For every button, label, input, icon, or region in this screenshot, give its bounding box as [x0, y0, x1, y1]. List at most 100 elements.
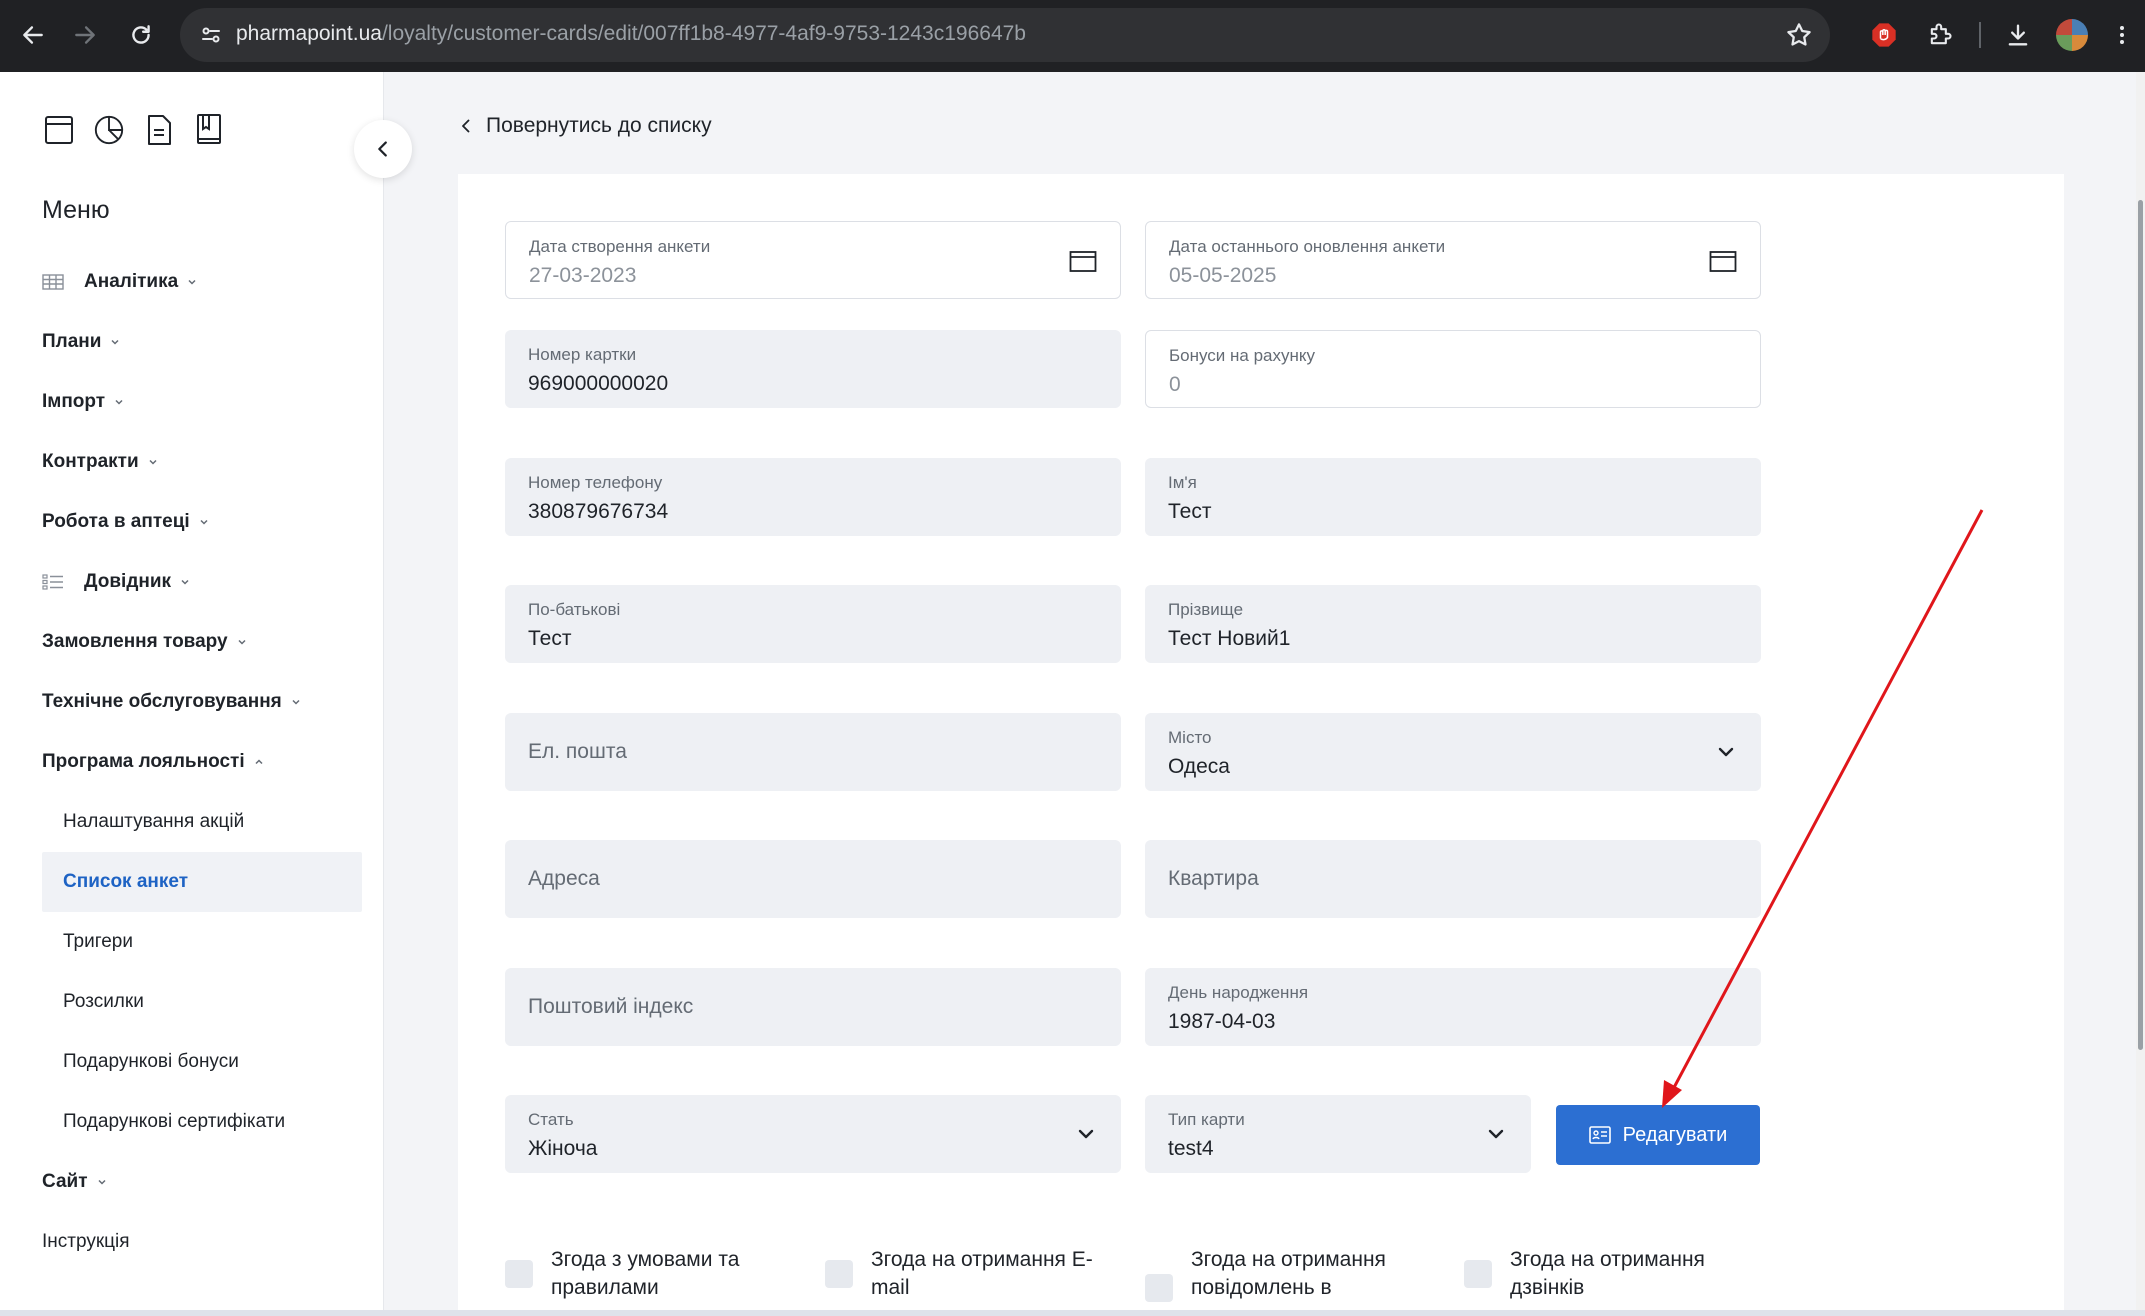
sidebar-item-loyalty[interactable]: Програма лояльності: [0, 732, 384, 792]
bonuses-field[interactable]: Бонуси на рахунку 0: [1145, 330, 1761, 408]
created-date-field[interactable]: Дата створення анкети 27-03-2023: [505, 221, 1121, 299]
postal-code-field[interactable]: Поштовий індекс: [505, 968, 1121, 1046]
phone-field[interactable]: Номер телефону 380879676734: [505, 458, 1121, 536]
sidebar: Меню Аналітика Плани Імпорт Контракти Ро…: [0, 72, 412, 1316]
sidebar-item-label: Контракти: [42, 451, 139, 472]
sidebar-item-label: Замовлення товару: [42, 631, 228, 652]
sidebar-subitem-gift-bonuses[interactable]: Подарункові бонуси: [0, 1032, 384, 1092]
sidebar-item-plans[interactable]: Плани: [0, 312, 384, 372]
list-icon: [42, 573, 64, 591]
field-value: 05-05-2025: [1169, 264, 1277, 287]
edit-button-label: Редагувати: [1622, 1123, 1728, 1146]
consent-email[interactable]: Згода на отримання E-mail: [825, 1246, 1111, 1302]
grid-icon: [42, 273, 64, 291]
calendar-icon[interactable]: [1068, 246, 1098, 276]
sidebar-item-instructions[interactable]: Інструкція: [0, 1212, 384, 1272]
consent-checkbox[interactable]: [505, 1260, 533, 1288]
browser-toolbar: pharmapoint.ua/loyalty/customer-cards/ed…: [0, 0, 2145, 72]
field-placeholder: Квартира: [1168, 867, 1259, 890]
sidebar-item-label: Аналітика: [84, 271, 179, 292]
sidebar-subitem-mailings[interactable]: Розсилки: [0, 972, 384, 1032]
store-icon[interactable]: [42, 112, 76, 148]
sidebar-subitem-gift-certificates[interactable]: Подарункові сертифікати: [0, 1092, 384, 1152]
id-card-icon: [1588, 1126, 1611, 1144]
forward-arrow-icon[interactable]: [66, 16, 104, 54]
field-label: Ім'я: [1168, 473, 1197, 492]
sidebar-item-label: Технічне обслуговування: [42, 691, 282, 712]
birthday-field[interactable]: День народження 1987-04-03: [1145, 968, 1761, 1046]
sidebar-item-label: Сайт: [42, 1171, 88, 1192]
sidebar-subitem-promo-settings[interactable]: Налаштування акцій: [0, 792, 384, 852]
field-value: test4: [1168, 1137, 1214, 1160]
document-icon[interactable]: [142, 112, 176, 148]
field-label: День народження: [1168, 983, 1309, 1002]
url-host: pharmapoint.ua: [236, 22, 382, 45]
url-text: pharmapoint.ua/loyalty/customer-cards/ed…: [236, 22, 1026, 46]
consent-checkbox[interactable]: [825, 1260, 853, 1288]
url-path: /loyalty/customer-cards/edit/007ff1b8-49…: [381, 22, 1026, 45]
consent-label: Згода на отримання E-mail: [871, 1248, 1093, 1299]
extensions-puzzle-icon[interactable]: [1922, 17, 1958, 53]
sidebar-item-directory[interactable]: Довідник: [0, 552, 384, 612]
card-type-select[interactable]: Тип карти test4: [1145, 1095, 1531, 1173]
site-settings-icon[interactable]: [196, 20, 226, 50]
field-placeholder: Адреса: [528, 867, 600, 890]
chevron-down-icon: [236, 636, 248, 648]
field-label: Номер телефону: [528, 473, 663, 492]
edit-button[interactable]: Редагувати: [1556, 1105, 1760, 1165]
more-menu-icon[interactable]: [2110, 17, 2134, 53]
sidebar-item-orders[interactable]: Замовлення товару: [0, 612, 384, 672]
sidebar-collapse-button[interactable]: [354, 120, 412, 178]
gender-select[interactable]: Стать Жіноча: [505, 1095, 1121, 1173]
field-value: 1987-04-03: [1168, 1010, 1276, 1033]
chevron-down-icon: [109, 336, 121, 348]
sidebar-item-analytics[interactable]: Аналітика: [0, 252, 384, 312]
sidebar-top-icons: [42, 112, 226, 148]
sidebar-subitem-triggers[interactable]: Тригери: [0, 912, 384, 972]
field-value: 380879676734: [528, 500, 669, 523]
profile-avatar[interactable]: [2056, 19, 2088, 51]
chevron-down-icon: [113, 396, 125, 408]
sidebar-item-pharmacy-work[interactable]: Робота в аптеці: [0, 492, 384, 552]
sidebar-item-site[interactable]: Сайт: [0, 1152, 384, 1212]
chevron-up-icon: [253, 756, 265, 768]
apartment-field[interactable]: Квартира: [1145, 840, 1761, 918]
pie-chart-icon[interactable]: [92, 112, 126, 148]
consent-checkbox[interactable]: [1145, 1274, 1173, 1302]
bookmark-star-icon[interactable]: [1784, 20, 1814, 50]
city-select[interactable]: Місто Одеса: [1145, 713, 1761, 791]
sidebar-item-maintenance[interactable]: Технічне обслуговування: [0, 672, 384, 732]
sidebar-item-contracts[interactable]: Контракти: [0, 432, 384, 492]
adblock-extension-icon[interactable]: [1866, 17, 1902, 53]
first-name-field[interactable]: Ім'я Тест: [1145, 458, 1761, 536]
consent-messages[interactable]: Згода на отримання повідомлень в: [1145, 1246, 1431, 1302]
last-name-field[interactable]: Прізвище Тест Новий1: [1145, 585, 1761, 663]
chevron-down-icon: [1715, 741, 1737, 763]
updated-date-field[interactable]: Дата останнього оновлення анкети 05-05-2…: [1145, 221, 1761, 299]
back-arrow-icon[interactable]: [14, 16, 52, 54]
patronymic-field[interactable]: По-батькові Тест: [505, 585, 1121, 663]
book-icon[interactable]: [192, 112, 226, 148]
address-field[interactable]: Адреса: [505, 840, 1121, 918]
address-bar[interactable]: pharmapoint.ua/loyalty/customer-cards/ed…: [180, 8, 1830, 62]
calendar-icon[interactable]: [1708, 246, 1738, 276]
field-value: 0: [1169, 373, 1181, 396]
sidebar-subitem-questionnaires[interactable]: Список анкет: [42, 852, 362, 912]
email-field[interactable]: Ел. пошта: [505, 713, 1121, 791]
consent-calls[interactable]: Згода на отримання дзвінків: [1464, 1246, 1750, 1302]
scrollbar-thumb[interactable]: [2138, 200, 2143, 1050]
reload-icon[interactable]: [122, 16, 160, 54]
card-number-field[interactable]: Номер картки 969000000020: [505, 330, 1121, 408]
field-value: 27-03-2023: [529, 264, 637, 287]
consent-terms[interactable]: Згода з умовами та правилами: [505, 1246, 791, 1302]
consent-checkbox[interactable]: [1464, 1260, 1492, 1288]
field-value: Тест: [1168, 500, 1212, 523]
field-label: По-батькові: [528, 600, 621, 619]
toolbar-divider: [1979, 22, 1981, 48]
download-icon[interactable]: [2000, 17, 2036, 53]
back-to-list-link[interactable]: Повернутись до списку: [458, 114, 712, 138]
field-value: Одеса: [1168, 755, 1230, 778]
sidebar-item-import[interactable]: Імпорт: [0, 372, 384, 432]
chevron-down-icon: [198, 516, 210, 528]
chevron-down-icon: [96, 1176, 108, 1188]
